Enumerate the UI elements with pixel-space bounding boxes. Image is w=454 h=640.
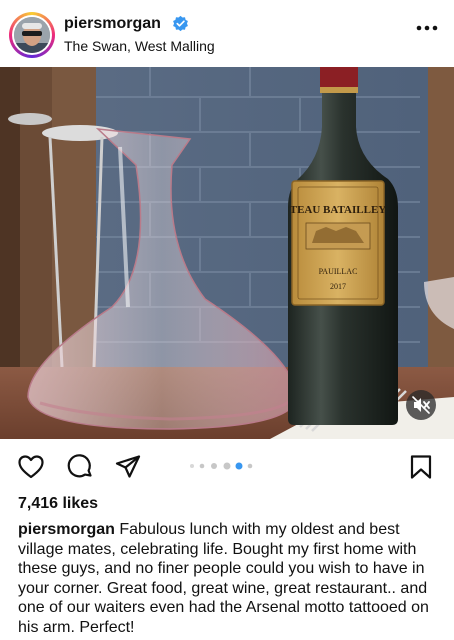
- post-media[interactable]: TEAU BATAILLEY PAUILLAC 2017: [0, 67, 454, 439]
- wine-label-vintage: 2017: [330, 282, 346, 291]
- post-photo: TEAU BATAILLEY PAUILLAC 2017: [0, 67, 454, 439]
- wine-label-name: TEAU BATAILLEY: [290, 204, 387, 216]
- caption-username[interactable]: piersmorgan: [18, 521, 115, 538]
- username[interactable]: piersmorgan: [64, 15, 161, 33]
- muted-speaker-icon: [412, 396, 430, 414]
- bookmark-icon[interactable]: [407, 453, 435, 481]
- mute-button[interactable]: [406, 390, 436, 420]
- like-count[interactable]: 7,416 likes: [18, 495, 98, 513]
- send-icon[interactable]: [114, 453, 142, 481]
- avatar[interactable]: [9, 12, 55, 58]
- post-actions: [0, 446, 454, 486]
- comment-icon[interactable]: [66, 453, 94, 481]
- caption: piersmorgan Fabulous lunch with my oldes…: [18, 520, 438, 638]
- carousel-indicator: [190, 462, 253, 470]
- wine-label-region: PAUILLAC: [319, 267, 358, 276]
- location-link[interactable]: The Swan, West Malling: [64, 38, 215, 54]
- post-header: piersmorgan The Swan, West Malling: [0, 0, 454, 67]
- avatar-photo: [14, 17, 50, 53]
- verified-badge-icon: [173, 15, 188, 32]
- more-options-icon[interactable]: [416, 24, 438, 32]
- caption-text: Fabulous lunch with my oldest and best v…: [18, 521, 429, 636]
- heart-icon[interactable]: [17, 453, 45, 481]
